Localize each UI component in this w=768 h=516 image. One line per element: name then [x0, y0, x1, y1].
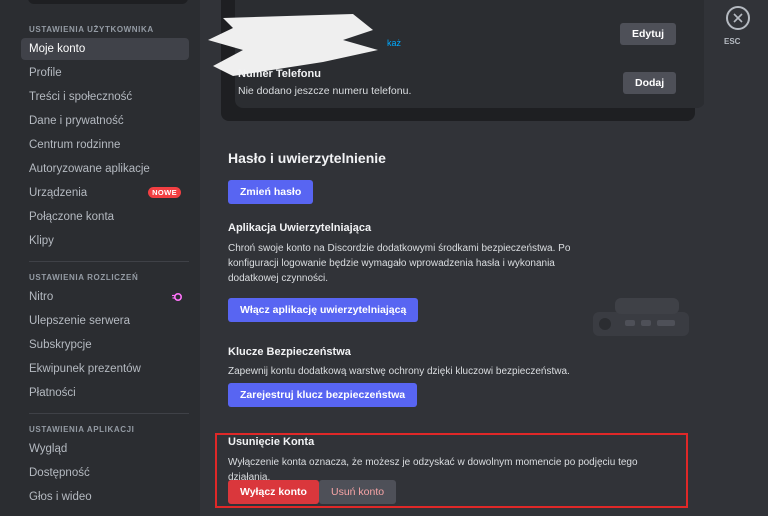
main-content: każ Edytuj Numer Telefonu Nie dodano jes…	[200, 0, 705, 516]
sidebar-header-app-settings: USTAWIENIA APLIKACJI	[29, 425, 135, 434]
sidebar-item-label: Profile	[29, 67, 62, 79]
sidebar-item-label: Dane i prywatność	[29, 115, 124, 127]
auth-app-description: Chroń swoje konto na Discordzie dodatkow…	[228, 243, 571, 284]
new-badge: NOWE	[148, 187, 181, 198]
sidebar-item-subscriptions[interactable]: Subskrypcje	[21, 334, 189, 356]
add-phone-button[interactable]: Dodaj	[623, 72, 677, 94]
auth-app-title: Aplikacja Uwierzytelniająca	[228, 222, 372, 234]
esc-label: ESC	[724, 37, 741, 46]
phone-illustration-icon	[593, 298, 689, 336]
sidebar-item-accessibility[interactable]: Dostępność	[21, 462, 189, 484]
sidebar-item-connections[interactable]: Połączone konta	[21, 206, 189, 228]
delete-account-button[interactable]: Usuń konto	[319, 480, 397, 504]
sidebar-item-billing[interactable]: Płatności	[21, 382, 189, 404]
sidebar-item-label: Połączone konta	[29, 211, 115, 223]
sidebar-item-label: Ulepszenie serwera	[29, 315, 130, 327]
sidebar-item-server-boost[interactable]: Ulepszenie serwera	[21, 310, 189, 332]
sidebar-item-label: Autoryzowane aplikacje	[29, 163, 150, 175]
sidebar-item-label: Treści i społeczność	[29, 91, 133, 103]
sidebar-item-label: Płatności	[29, 387, 76, 399]
sidebar-item-appearance[interactable]: Wygląd	[21, 438, 189, 460]
nitro-icon	[172, 293, 182, 301]
disable-account-button[interactable]: Wyłącz konto	[228, 480, 319, 504]
sidebar-item-devices[interactable]: Urządzenia NOWE	[21, 182, 189, 204]
sidebar-item-profiles[interactable]: Profile	[21, 62, 189, 84]
sidebar-item-clips[interactable]: Klipy	[21, 230, 189, 252]
sidebar-header-user-settings: USTAWIENIA UŻYTKOWNIKA	[29, 25, 154, 34]
close-icon	[733, 13, 743, 23]
close-button[interactable]	[726, 6, 750, 30]
change-password-button[interactable]: Zmień hasło	[228, 180, 314, 204]
edit-email-button[interactable]: Edytuj	[620, 23, 677, 45]
sidebar-item-label: Dostępność	[29, 467, 90, 479]
sidebar-item-my-account[interactable]: Moje konto	[21, 38, 189, 60]
phone-label: Numer Telefonu	[238, 68, 321, 80]
sidebar-item-gift-inventory[interactable]: Ekwipunek prezentów	[21, 358, 189, 380]
sidebar-item-label: Urządzenia	[29, 187, 88, 199]
account-removal-title: Usunięcie Konta	[228, 436, 315, 448]
sidebar-item-label: Centrum rodzinne	[29, 139, 121, 151]
phone-value: Nie dodano jeszcze numeru telefonu.	[238, 85, 412, 97]
sidebar-item-nitro[interactable]: Nitro	[21, 286, 189, 308]
sidebar-item-label: Ekwipunek prezentów	[29, 363, 141, 375]
account-card: każ Edytuj Numer Telefonu Nie dodano jes…	[208, 0, 705, 121]
sidebar-divider	[29, 413, 189, 414]
sidebar-item-authorized-apps[interactable]: Autoryzowane aplikacje	[21, 158, 189, 180]
sidebar-search[interactable]	[28, 0, 188, 4]
sidebar-item-voice-video[interactable]: Głos i wideo	[21, 486, 189, 508]
register-security-key-button[interactable]: Zarejestruj klucz bezpieczeństwa	[228, 383, 418, 407]
sidebar-item-family-center[interactable]: Centrum rodzinne	[21, 134, 189, 156]
sidebar-item-label: Głos i wideo	[29, 491, 92, 503]
enable-auth-app-button[interactable]: Włącz aplikację uwierzytelniającą	[228, 298, 419, 322]
security-keys-description: Zapewnij kontu dodatkową warstwę ochrony…	[228, 366, 570, 377]
close-column: ESC	[704, 0, 768, 516]
reveal-email-link[interactable]: każ	[387, 38, 401, 48]
sidebar-item-label: Moje konto	[29, 43, 86, 55]
sidebar-item-data-privacy[interactable]: Dane i prywatność	[21, 110, 189, 132]
sidebar-item-content-social[interactable]: Treści i społeczność	[21, 86, 189, 108]
settings-sidebar: USTAWIENIA UŻYTKOWNIKA Moje konto Profil…	[0, 0, 200, 516]
security-section-title: Hasło i uwierzytelnienie	[228, 150, 386, 166]
sidebar-divider	[29, 261, 189, 262]
sidebar-item-label: Nitro	[29, 291, 54, 303]
sidebar-header-billing-settings: USTAWIENIA ROZLICZEŃ	[29, 273, 139, 282]
account-info-panel: każ Edytuj Numer Telefonu Nie dodano jes…	[208, 0, 705, 108]
sidebar-item-label: Subskrypcje	[29, 339, 92, 351]
security-keys-title: Klucze Bezpieczeństwa	[228, 346, 351, 358]
sidebar-item-label: Klipy	[29, 235, 54, 247]
sidebar-item-label: Wygląd	[29, 443, 68, 455]
